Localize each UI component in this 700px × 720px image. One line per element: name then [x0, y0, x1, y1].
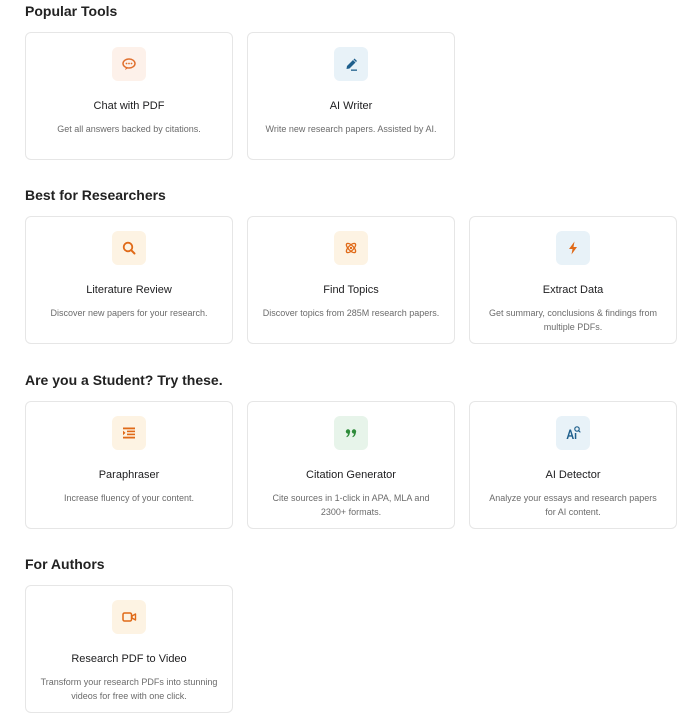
tool-card-extract-data[interactable]: Extract Data Get summary, conclusions & … [469, 216, 677, 344]
card-title: Chat with PDF [93, 100, 165, 112]
tool-card-research-pdf-to-video[interactable]: Research PDF to Video Transform your res… [25, 585, 233, 713]
card-description: Transform your research PDFs into stunni… [40, 677, 218, 701]
section-title-student: Are you a Student? Try these. [25, 372, 223, 388]
card-title: Research PDF to Video [71, 653, 187, 665]
card-title: Citation Generator [306, 469, 396, 481]
section-title-best-for-researchers: Best for Researchers [25, 187, 166, 203]
card-title: Find Topics [323, 284, 379, 296]
card-title: Extract Data [542, 284, 604, 296]
card-description: Get summary, conclusions & findings from… [489, 308, 657, 332]
section-grid-student: Paraphraser Increase fluency of your con… [25, 401, 677, 529]
section-grid-for-authors: Research PDF to Video Transform your res… [25, 585, 233, 713]
tool-card-paraphraser[interactable]: Paraphraser Increase fluency of your con… [25, 401, 233, 529]
tool-card-chat-with-pdf[interactable]: Chat with PDF Get all answers backed by … [25, 32, 233, 160]
card-description: Analyze your essays and research papers … [489, 493, 657, 517]
tool-card-ai-detector[interactable]: AI Detector Analyze your essays and rese… [469, 401, 677, 529]
card-description: Increase fluency of your content. [63, 493, 195, 503]
section-title-for-authors: For Authors [25, 556, 105, 572]
atom-icon [334, 231, 368, 265]
section-grid-best-for-researchers: Literature Review Discover new papers fo… [25, 216, 677, 344]
card-description: Discover new papers for your research. [50, 308, 208, 318]
card-title: Literature Review [86, 284, 172, 296]
card-title: AI Writer [329, 100, 373, 112]
card-description: Get all answers backed by citations. [57, 124, 201, 134]
list-icon [112, 416, 146, 450]
video-icon [112, 600, 146, 634]
card-title: Paraphraser [98, 469, 160, 481]
section-title-popular-tools: Popular Tools [25, 3, 118, 19]
card-title: AI Detector [545, 469, 601, 481]
tool-card-literature-review[interactable]: Literature Review Discover new papers fo… [25, 216, 233, 344]
chat-icon [112, 47, 146, 81]
card-description: Write new research papers. Assisted by A… [265, 124, 437, 134]
tool-card-find-topics[interactable]: Find Topics Discover topics from 285M re… [247, 216, 455, 344]
section-grid-popular-tools: Chat with PDF Get all answers backed by … [25, 32, 455, 160]
tool-card-citation-generator[interactable]: Citation Generator Cite sources in 1-cli… [247, 401, 455, 529]
quote-icon [334, 416, 368, 450]
card-description: Discover topics from 285M research paper… [262, 308, 440, 318]
tools-page: Popular Tools Chat with PDF Get all answ… [0, 0, 700, 720]
search-icon [112, 231, 146, 265]
lightning-icon [556, 231, 590, 265]
ai-detector-icon [556, 416, 590, 450]
card-description: Cite sources in 1-click in APA, MLA and … [272, 493, 430, 517]
tool-card-ai-writer[interactable]: AI Writer Write new research papers. Ass… [247, 32, 455, 160]
pen-icon [334, 47, 368, 81]
